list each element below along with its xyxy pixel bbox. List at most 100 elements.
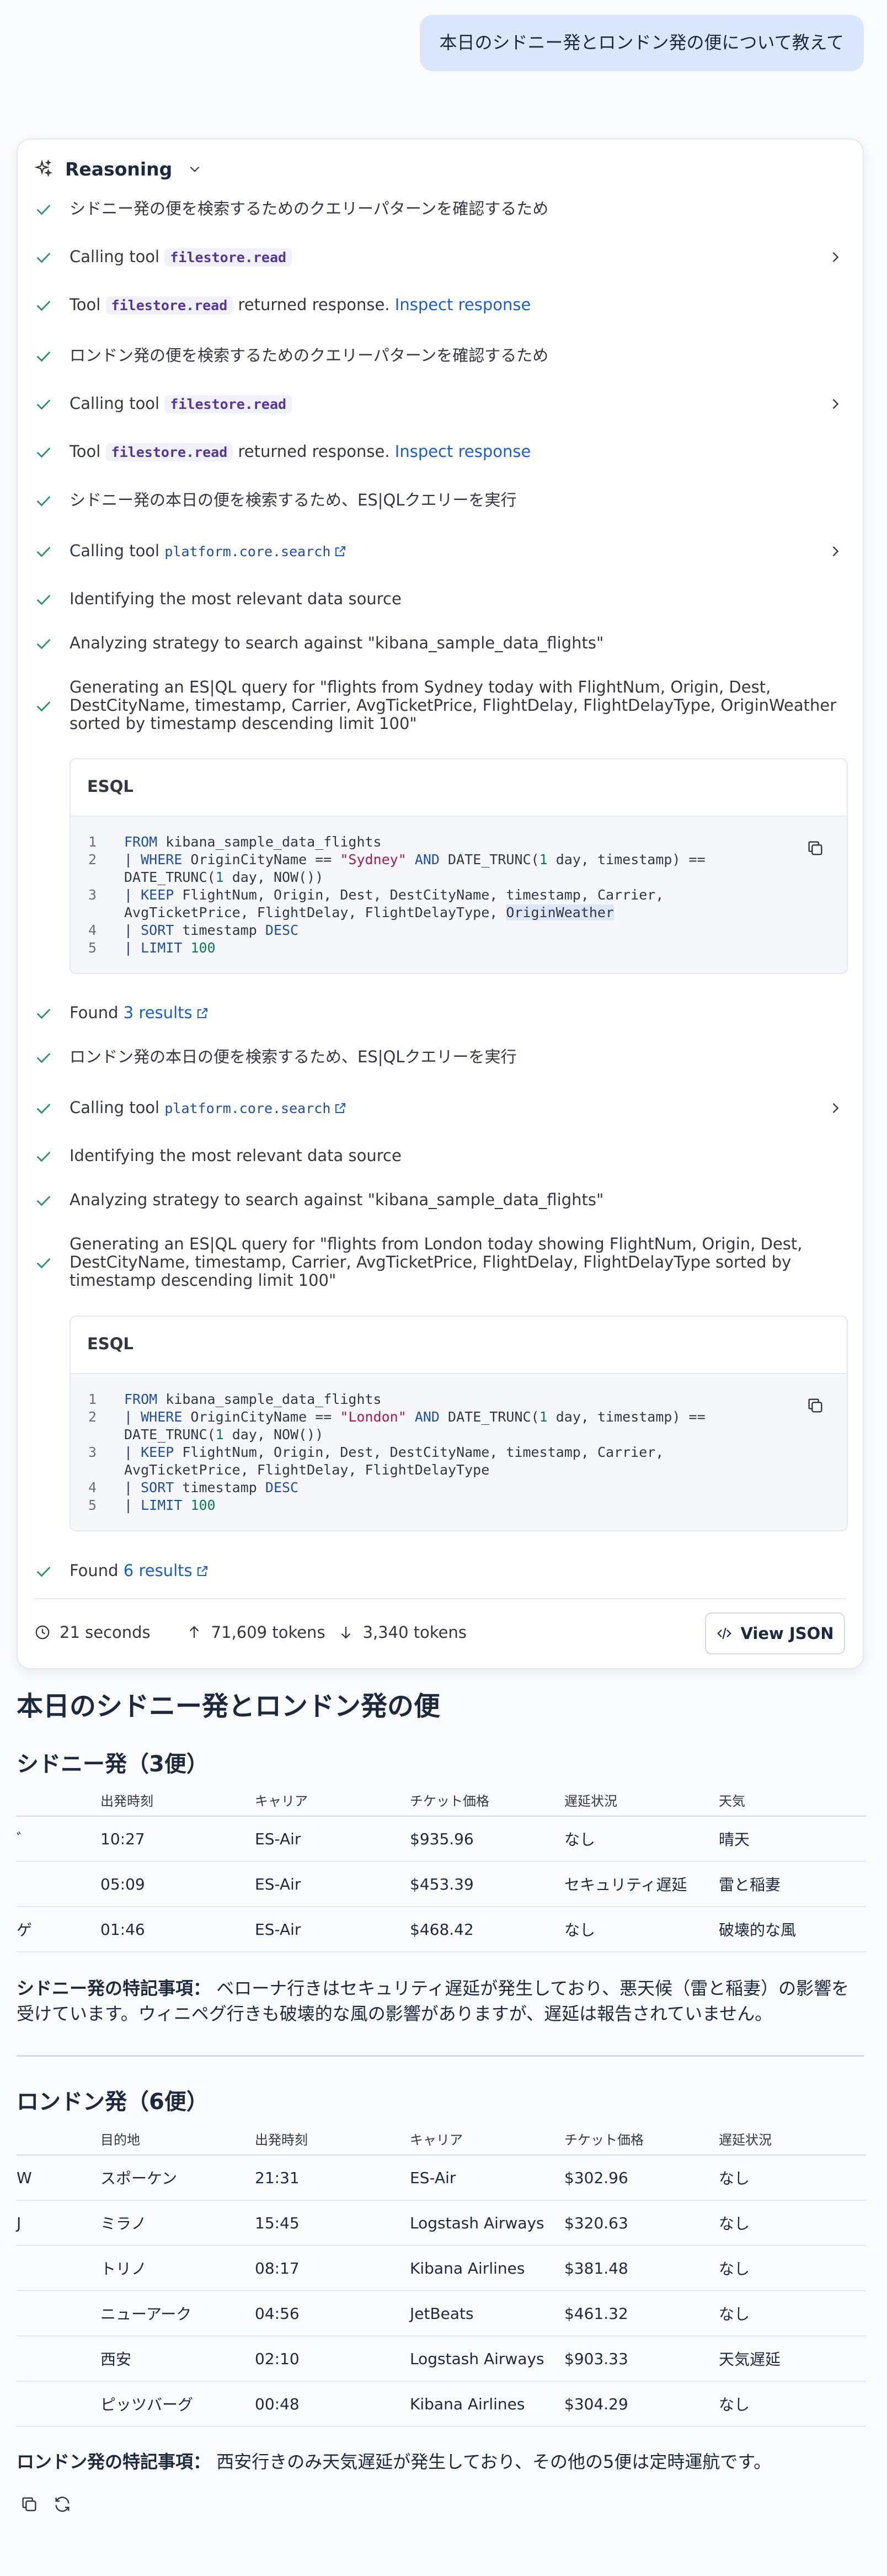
check-icon (36, 399, 51, 410)
reasoning-step-tool-call[interactable]: Calling tool filestore.read (34, 248, 846, 267)
column-header: チケット価格 (410, 1793, 489, 1809)
table-cell-cut: J (17, 2213, 22, 2232)
step-suffix: returned response. (238, 442, 390, 461)
table-cell: 21:31 (255, 2168, 300, 2187)
code-keyword: LIMIT (141, 1497, 183, 1513)
external-link-icon[interactable] (196, 1564, 209, 1578)
check-icon (36, 546, 51, 557)
code-area: 1 FROM kibana_sample_data_flights 2 | WH… (71, 816, 847, 973)
line-number: 5 (88, 1497, 97, 1513)
code-icon (717, 1627, 732, 1640)
results-link[interactable]: 3 results (124, 1003, 193, 1022)
copy-icon[interactable] (20, 2495, 39, 2514)
reasoning-header[interactable]: Reasoning (34, 158, 202, 180)
column-header: 天気 (719, 1793, 745, 1809)
code-text: kibana_sample_data_flights (157, 834, 382, 850)
reasoning-step-tool-call[interactable]: Calling tool platform.core.search (34, 1099, 846, 1117)
table-cell: ES-Air (255, 1829, 301, 1848)
code-keyword: FROM (124, 1391, 158, 1407)
code-keyword: WHERE (141, 851, 183, 867)
step-prefix: Calling tool (70, 1098, 160, 1117)
step-prefix: Tool (70, 295, 101, 314)
reasoning-step: Identifying the most relevant data sourc… (34, 590, 846, 609)
tool-name-link[interactable]: platform.core.search (164, 544, 330, 560)
step-text: Analyzing strategy to search against "ki… (70, 634, 604, 652)
code-keyword: DESC (265, 922, 299, 938)
table-cell: なし (719, 2260, 750, 2278)
line-number: 2 (88, 1409, 97, 1425)
sydney-note: シドニー発の特記事項： ベローナ行きはセキュリティ遅延が発生しており、悪天候（雷… (17, 1976, 864, 2026)
chevron-right-icon[interactable] (827, 395, 843, 413)
code-text: DATE_TRUNC( (448, 851, 539, 867)
step-text: シドニー発の便を検索するためのクエリーパターンを確認するため (70, 199, 549, 218)
table-cell: セキュリティ遅延 (564, 1876, 687, 1894)
chevron-right-icon[interactable] (827, 248, 843, 267)
chevron-right-icon[interactable] (827, 542, 843, 561)
code-keyword: KEEP (141, 887, 174, 903)
reasoning-title: Reasoning (65, 158, 173, 180)
inspect-response-link[interactable]: Inspect response (395, 442, 531, 461)
esql-query-block: ESQL 1 FROM kibana_sample_data_flights 2… (70, 1316, 848, 1531)
code-text: FlightNum, Origin, Dest, DestCityName, t… (124, 1444, 672, 1478)
chevron-right-icon[interactable] (827, 1099, 843, 1117)
results-link[interactable]: 6 results (124, 1561, 193, 1580)
view-json-button[interactable]: View JSON (705, 1612, 845, 1654)
reasoning-step: ロンドン発の便を検索するためのクエリーパターンを確認するため (34, 347, 846, 365)
reasoning-step: Generating an ES|QL query for "flights f… (34, 1235, 846, 1290)
sydney-heading: シドニー発（3便） (17, 1752, 209, 1777)
code-keyword: SORT (141, 922, 174, 938)
table-cell: ニューアーク (100, 2305, 192, 2323)
copy-icon[interactable] (806, 839, 825, 858)
check-icon (36, 1258, 51, 1269)
inspect-response-link[interactable]: Inspect response (395, 295, 531, 314)
code-text: | (124, 851, 141, 867)
code-number: 1 (215, 1427, 224, 1443)
check-icon (36, 496, 51, 507)
table-cell: $381.48 (564, 2259, 628, 2277)
tool-name-link[interactable]: platform.core.search (164, 1100, 330, 1116)
code-number: 100 (190, 940, 216, 956)
code-keyword: FROM (124, 834, 158, 850)
table-cell: 08:17 (255, 2259, 300, 2277)
line-number: 1 (88, 834, 97, 850)
reasoning-step-tool-call[interactable]: Calling tool filestore.read (34, 395, 846, 413)
external-link-icon[interactable] (334, 1101, 347, 1115)
step-prefix: Found (70, 1003, 119, 1022)
code-keyword: AND (406, 1409, 448, 1425)
check-icon (36, 594, 51, 605)
table-row: トリノ 08:17 Kibana Airlines $381.48 なし (17, 2246, 866, 2291)
code-text: | (124, 1479, 141, 1495)
refresh-icon[interactable] (53, 2495, 72, 2514)
check-icon (36, 701, 51, 712)
table-cell: 破壊的な風 (719, 1921, 797, 1939)
code-keyword: SORT (141, 1479, 174, 1495)
check-icon (36, 300, 51, 311)
table-cell: なし (719, 2169, 750, 2188)
chevron-down-icon[interactable] (188, 162, 202, 176)
external-link-icon[interactable] (196, 1007, 209, 1020)
external-link-icon[interactable] (334, 545, 347, 558)
message-actions (20, 2495, 86, 2514)
table-cell: 晴天 (719, 1830, 750, 1849)
code-string: "Sydney" (340, 851, 407, 867)
code-text: | (124, 940, 141, 956)
reasoning-step-found: Found 6 results (34, 1562, 846, 1580)
london-flights-table: 目的地 出発時刻 キャリア チケット価格 遅延状況 W スポーケン 21:31 … (17, 2122, 866, 2427)
user-message-bubble: 本日のシドニー発とロンドン発の便について教えて (419, 15, 864, 71)
reasoning-step-tool-call[interactable]: Calling tool platform.core.search (34, 542, 846, 561)
check-icon (36, 351, 51, 362)
table-cell: ES-Air (255, 1920, 301, 1939)
code-highlight: OriginWeather (506, 904, 615, 920)
step-prefix: Calling tool (70, 394, 160, 413)
code-keyword: LIMIT (141, 940, 183, 956)
step-prefix: Tool (70, 442, 101, 461)
code-text: day, NOW()) (223, 1427, 324, 1443)
table-row: ﾞ 10:27 ES-Air $935.96 なし 晴天 (17, 1817, 866, 1862)
copy-icon[interactable] (806, 1396, 825, 1415)
table-cell: $304.29 (564, 2394, 628, 2413)
step-suffix: returned response. (238, 295, 390, 314)
london-heading: ロンドン発（6便） (17, 2089, 209, 2115)
answer-title: 本日のシドニー発とロンドン発の便 (17, 1691, 441, 1722)
table-cell: Kibana Airlines (410, 2394, 525, 2413)
